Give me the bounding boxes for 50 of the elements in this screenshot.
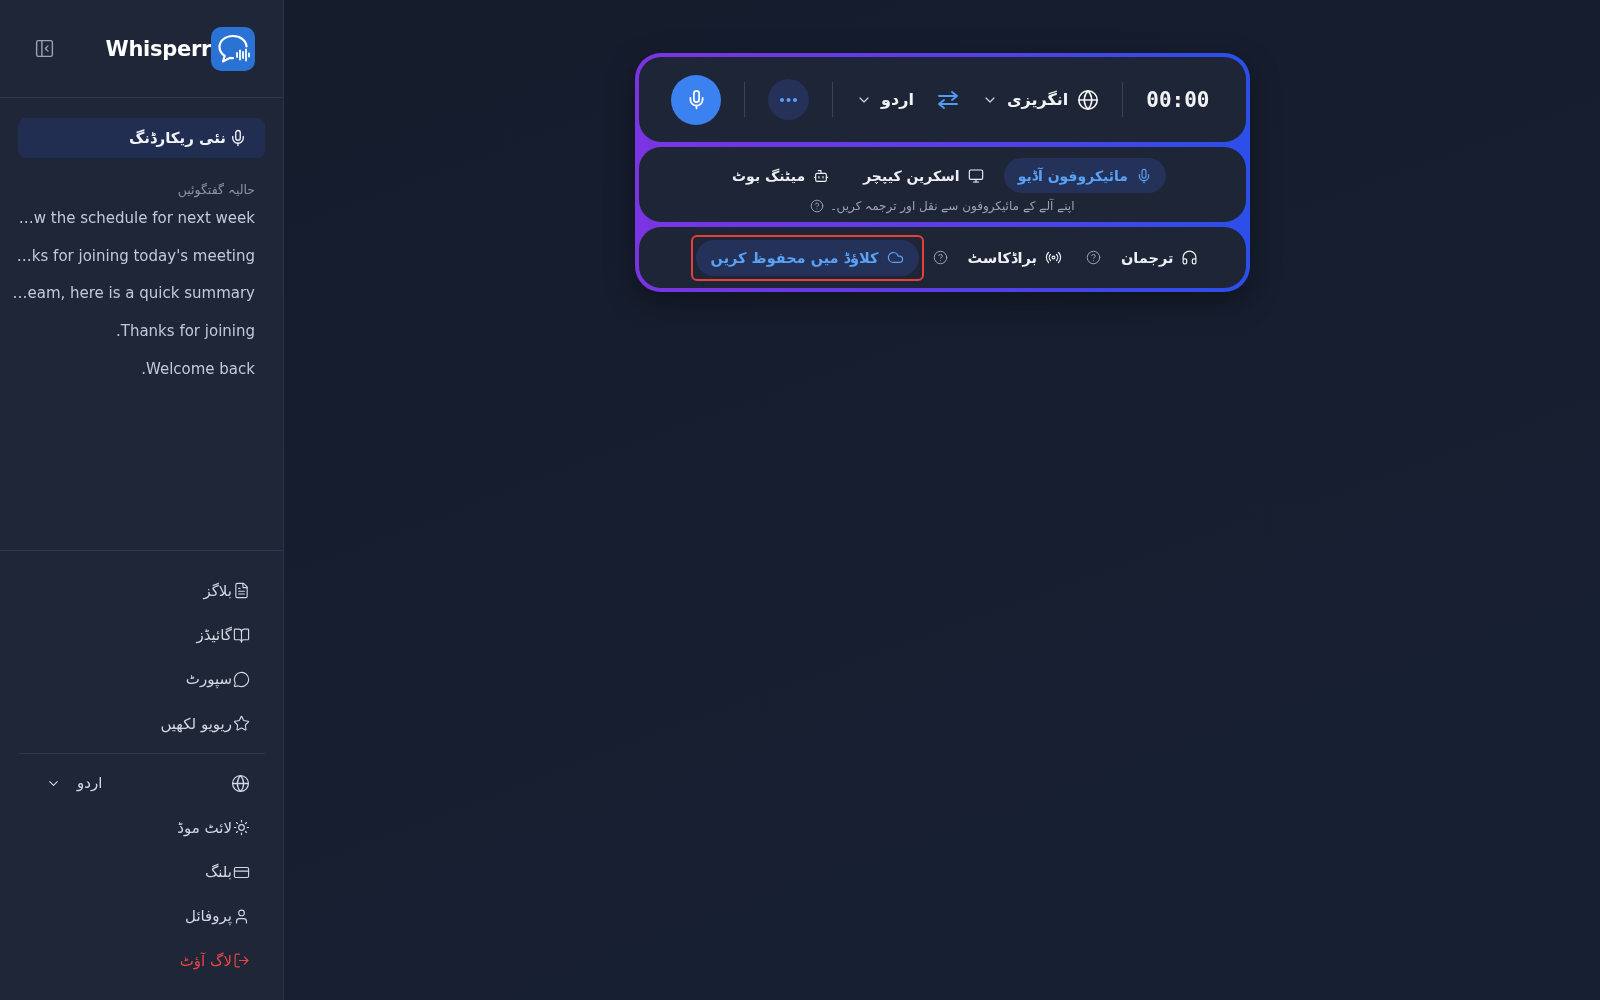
target-language-select[interactable]: اردو	[856, 90, 914, 109]
headphones-icon	[1181, 249, 1199, 266]
new-recording-button[interactable]: نئی ریکارڈنگ	[18, 118, 265, 158]
source-language-select[interactable]: انگریزی	[981, 88, 1100, 111]
nav-link[interactable]: گائیڈز	[196, 612, 265, 658]
broadcast-waves-icon	[1044, 249, 1062, 266]
speech-bubble-logo-icon	[211, 26, 255, 71]
recent-conversation[interactable]: eam, here is a quick summary…	[12, 275, 265, 314]
sun-icon	[233, 819, 250, 837]
ellipsis-icon	[780, 97, 798, 102]
nav-link[interactable]: بلنگ	[204, 849, 265, 895]
option-toggle[interactable]: ترجمان	[1105, 239, 1214, 276]
option-toggle[interactable]: براڈکاسٹ	[952, 239, 1077, 276]
open-book-icon	[233, 626, 250, 644]
language-select[interactable]: اردو	[46, 774, 103, 793]
user-icon	[233, 907, 250, 925]
swap-arrows-icon[interactable]	[936, 90, 959, 109]
recent-conversation[interactable]: w the schedule for next week…	[18, 200, 265, 238]
source-tab[interactable]: اسکرین کیپچر	[849, 158, 998, 193]
recent-conversation[interactable]: Welcome back.	[141, 350, 265, 389]
help-icon[interactable]	[932, 250, 948, 265]
document-icon	[233, 582, 250, 600]
microphone-icon	[229, 129, 247, 147]
recent-conversation[interactable]: ks for joining today's meeting…	[16, 237, 265, 276]
help-icon[interactable]	[1085, 250, 1101, 265]
nav-link[interactable]: لاگ آؤٹ	[179, 938, 265, 983]
nav-link[interactable]: پروفائل	[185, 894, 265, 939]
nav-link[interactable]: ریویو لکھیں	[160, 701, 265, 747]
recent-conversation[interactable]: Thanks for joining.	[115, 313, 265, 351]
microphone-icon	[1136, 167, 1152, 184]
option-toggle[interactable]: کلاؤڈ میں محفوظ کریں	[695, 239, 919, 276]
star-icon	[233, 715, 250, 733]
source-tab[interactable]: میٹنگ بوٹ	[718, 158, 844, 193]
help-icon[interactable]	[809, 199, 824, 213]
nav-link[interactable]: بلاگز	[203, 568, 265, 613]
source-tab[interactable]: مائیکروفون آڈیو	[1003, 158, 1166, 193]
panel-collapse-icon[interactable]	[34, 38, 55, 59]
nav-link[interactable]: لائٹ موڈ	[177, 805, 265, 850]
monitor-icon	[967, 167, 984, 184]
globe-icon	[1077, 88, 1100, 111]
robot-icon	[813, 167, 830, 184]
cloud-icon	[886, 249, 904, 266]
chat-bubble-icon	[233, 670, 250, 688]
more-button[interactable]	[768, 79, 810, 120]
globe-icon	[231, 773, 250, 793]
timer: 00:00	[1146, 87, 1210, 112]
section-heading: حالیہ گفتگوئیں	[177, 181, 256, 200]
app-name: Whisperr	[105, 36, 211, 61]
nav-link[interactable]: سپورٹ	[185, 657, 265, 702]
source-description: اپنے آلے کے مائیکروفون سے نقل اور ترجمہ کریں۔	[829, 199, 1075, 213]
